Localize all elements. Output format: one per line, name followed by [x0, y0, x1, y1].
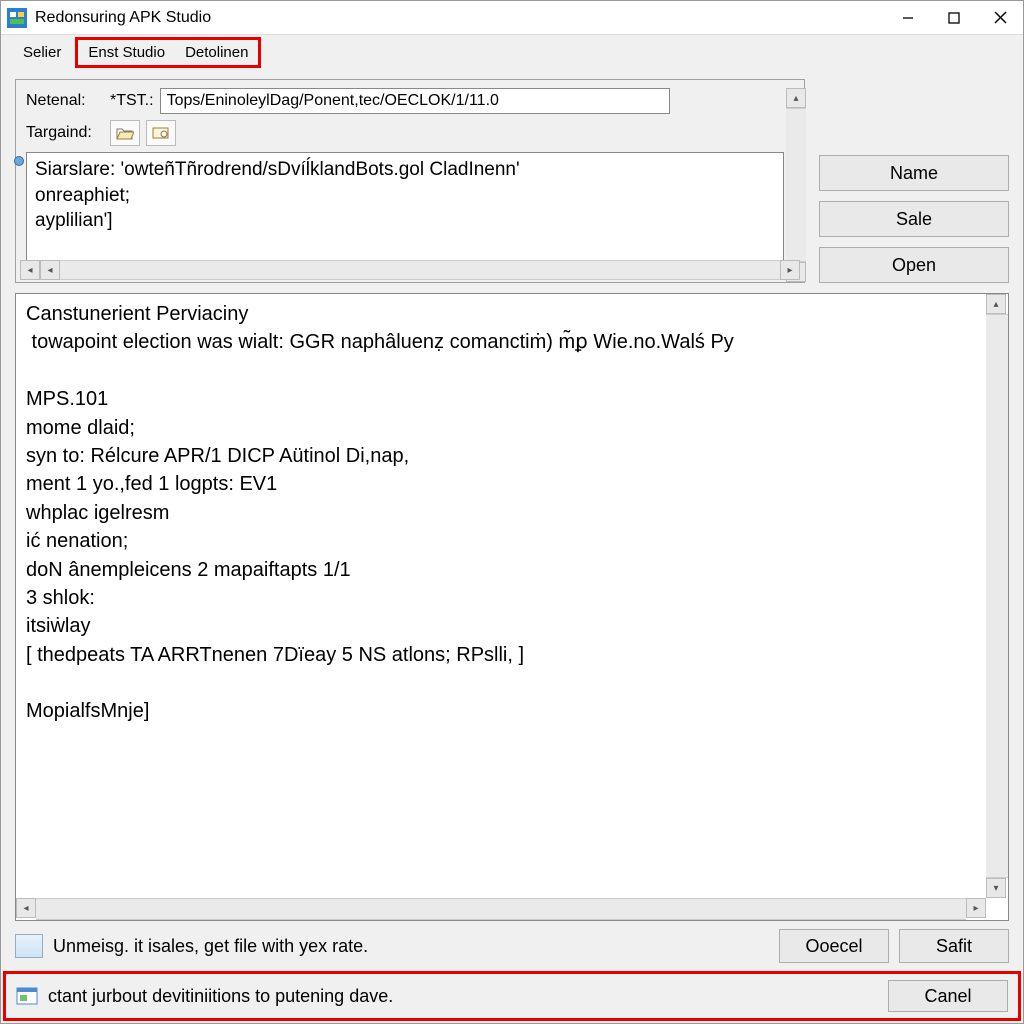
content-area: Netenal: *TST.: Targaind: Siarslare: 'ow…	[1, 69, 1023, 921]
config-vscrollbar[interactable]: ▴ ▾	[786, 88, 806, 282]
titlebar: Redonsuring APK Studio	[1, 1, 1023, 35]
scroll-right-inner-icon[interactable]: ▸	[780, 260, 800, 280]
folder-settings-icon[interactable]	[146, 120, 176, 146]
bullet-marker-icon	[14, 156, 24, 166]
status-text: ctant jurbout devitiniitions to putening…	[48, 986, 878, 1007]
status-icon	[16, 985, 38, 1007]
menu-detolinen[interactable]: Detolinen	[175, 40, 258, 65]
log-text: Canstunerient Perviaciny towapoint elect…	[16, 294, 1008, 732]
menu-highlight-box: Enst Studio Detolinen	[75, 37, 261, 68]
log-scroll-down-icon[interactable]: ▾	[986, 878, 1006, 898]
name-button[interactable]: Name	[819, 155, 1009, 191]
folder-open-icon[interactable]	[110, 120, 140, 146]
top-panel: Netenal: *TST.: Targaind: Siarslare: 'ow…	[15, 79, 1009, 283]
open-button[interactable]: Open	[819, 247, 1009, 283]
config-panel: Netenal: *TST.: Targaind: Siarslare: 'ow…	[15, 79, 805, 283]
cancel-button[interactable]: Canel	[888, 980, 1008, 1012]
safit-button[interactable]: Safit	[899, 929, 1009, 963]
minimize-button[interactable]	[885, 1, 931, 35]
netenal-label: Netenal:	[26, 92, 104, 110]
window-title: Redonsuring APK Studio	[35, 9, 211, 27]
log-hscrollbar[interactable]: ◂ ▸	[16, 898, 986, 920]
log-vscrollbar[interactable]: ▴ ▾	[986, 294, 1008, 898]
bottom-message: Unmeisg. it isales, get file with yex ra…	[53, 936, 769, 957]
info-icon	[15, 934, 43, 958]
app-icon	[7, 8, 27, 28]
config-hscrollbar[interactable]: ◂ ◂ ▸	[20, 260, 800, 280]
side-button-column: Name Sale Open	[819, 79, 1009, 283]
log-panel: Canstunerient Perviaciny towapoint elect…	[15, 293, 1009, 921]
ooecel-button[interactable]: Ooecel	[779, 929, 889, 963]
log-scroll-left-icon[interactable]: ◂	[16, 898, 36, 918]
targaind-label: Targaind:	[26, 124, 104, 142]
snippet-text: Siarslare: 'owteñTñrodrend/sDvíĺklandBot…	[27, 153, 783, 238]
statusbar: ctant jurbout devitiniitions to putening…	[3, 971, 1021, 1021]
menu-selier[interactable]: Selier	[13, 40, 71, 65]
menubar: Selier Enst Studio Detolinen	[1, 35, 1023, 69]
app-window: Redonsuring APK Studio Selier Enst Studi…	[0, 0, 1024, 1024]
close-button[interactable]	[977, 1, 1023, 35]
scroll-left-outer-icon[interactable]: ◂	[20, 260, 40, 280]
sale-button[interactable]: Sale	[819, 201, 1009, 237]
menu-enst-studio[interactable]: Enst Studio	[78, 40, 175, 65]
netenal-prefix: *TST.:	[110, 92, 154, 110]
scroll-left-inner-icon[interactable]: ◂	[40, 260, 60, 280]
log-scroll-right-icon[interactable]: ▸	[966, 898, 986, 918]
log-scroll-up-icon[interactable]: ▴	[986, 294, 1006, 314]
bottom-row: Unmeisg. it isales, get file with yex ra…	[1, 921, 1023, 971]
maximize-button[interactable]	[931, 1, 977, 35]
snippet-box: Siarslare: 'owteñTñrodrend/sDvíĺklandBot…	[26, 152, 784, 262]
netenal-input[interactable]	[160, 88, 670, 114]
scroll-up-icon[interactable]: ▴	[786, 88, 806, 108]
